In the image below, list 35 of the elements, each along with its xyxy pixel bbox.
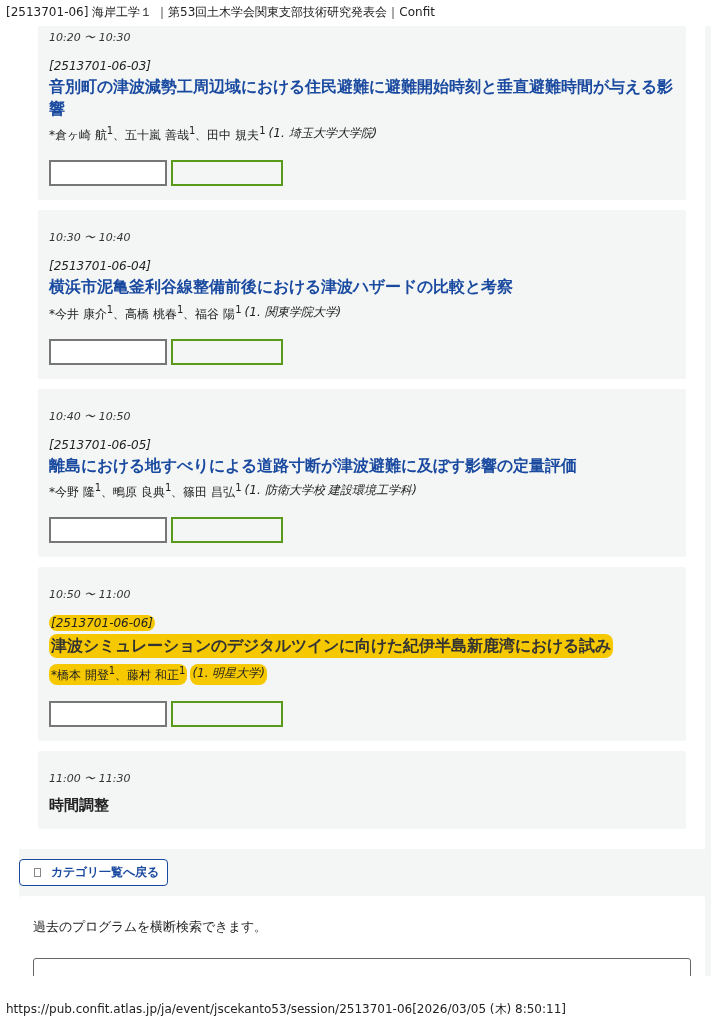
session-code: [2513701-06-05]	[49, 437, 151, 452]
box-icon	[34, 867, 41, 877]
page-footer: https://pub.confit.atlas.jp/ja/event/jscekanto53/session/2513701-06[2026/03/05 (木) 8:50:11]	[0, 976, 724, 1018]
session-title[interactable]: 離島における地すべりによる道路寸断が津波避難に及ぼす影響の定量評価	[49, 454, 577, 477]
time-range: 10:30 〜 10:40	[49, 230, 132, 246]
affiliation: (1. 明星大学)	[190, 663, 268, 685]
time-range: 10:20 〜 10:30	[49, 30, 132, 45]
blank-button[interactable]	[49, 160, 167, 187]
blank-button[interactable]	[171, 338, 283, 365]
session-title: 時間調整	[49, 795, 110, 815]
time-range: 11:00 〜 11:30	[49, 770, 132, 786]
session-title[interactable]: 音別町の津波減勢工周辺域における住民避難に避難開始時刻と垂直避難時間が与える影響	[49, 76, 675, 120]
blank-button[interactable]	[171, 160, 283, 187]
session-code: [2513701-06-06]	[49, 615, 155, 632]
session-title[interactable]: 横浜市泥亀釜利谷線整備前後における津波ハザードの比較と考察	[49, 276, 513, 298]
blank-button[interactable]	[49, 517, 167, 544]
blank-button[interactable]	[49, 338, 167, 365]
affiliation: (1. 関東学院大学)	[244, 303, 342, 321]
back-button[interactable]: カテゴリ一覧へ戻る	[19, 858, 168, 886]
session-code: [2513701-06-03]	[49, 59, 151, 73]
author-list: *倉ヶ崎 航$^{1}$、五十嵐 善哉$^{1}$、田中 規夫$^{1}$	[49, 128, 266, 143]
time-range: 10:40 〜 10:50	[49, 408, 132, 424]
blank-button[interactable]	[171, 517, 283, 544]
blank-button[interactable]	[171, 700, 283, 727]
author-list: *今井 康介$^{1}$、高橋 桃春$^{1}$、福谷 陽$^{1}$	[49, 306, 242, 321]
page-header: [2513701-06] 海岸工学１ ｜第53回土木学会関東支部技術研究発表会｜Confit	[5, 4, 436, 21]
session-title[interactable]: 津波シミュレーションのデジタルツインに向けた紀伊半島新鹿湾における試み	[49, 634, 613, 658]
affiliation: (1. 埼玉大学大学院)	[268, 125, 378, 143]
affiliation: (1. 防衛大学校 建設環境工学科)	[244, 482, 418, 500]
session-code: [2513701-06-04]	[49, 259, 151, 274]
search-note: 過去のプログラムを横断検索できます。	[33, 917, 268, 936]
time-range: 10:50 〜 11:00	[49, 587, 132, 603]
blank-button[interactable]	[49, 700, 167, 727]
author-list: *橋本 開登$^{1}$、藤村 和正$^{1}$	[51, 667, 186, 682]
author-list: *今野 隆$^{1}$、鴫原 良典$^{1}$、篠田 昌弘$^{1}$	[49, 485, 242, 500]
